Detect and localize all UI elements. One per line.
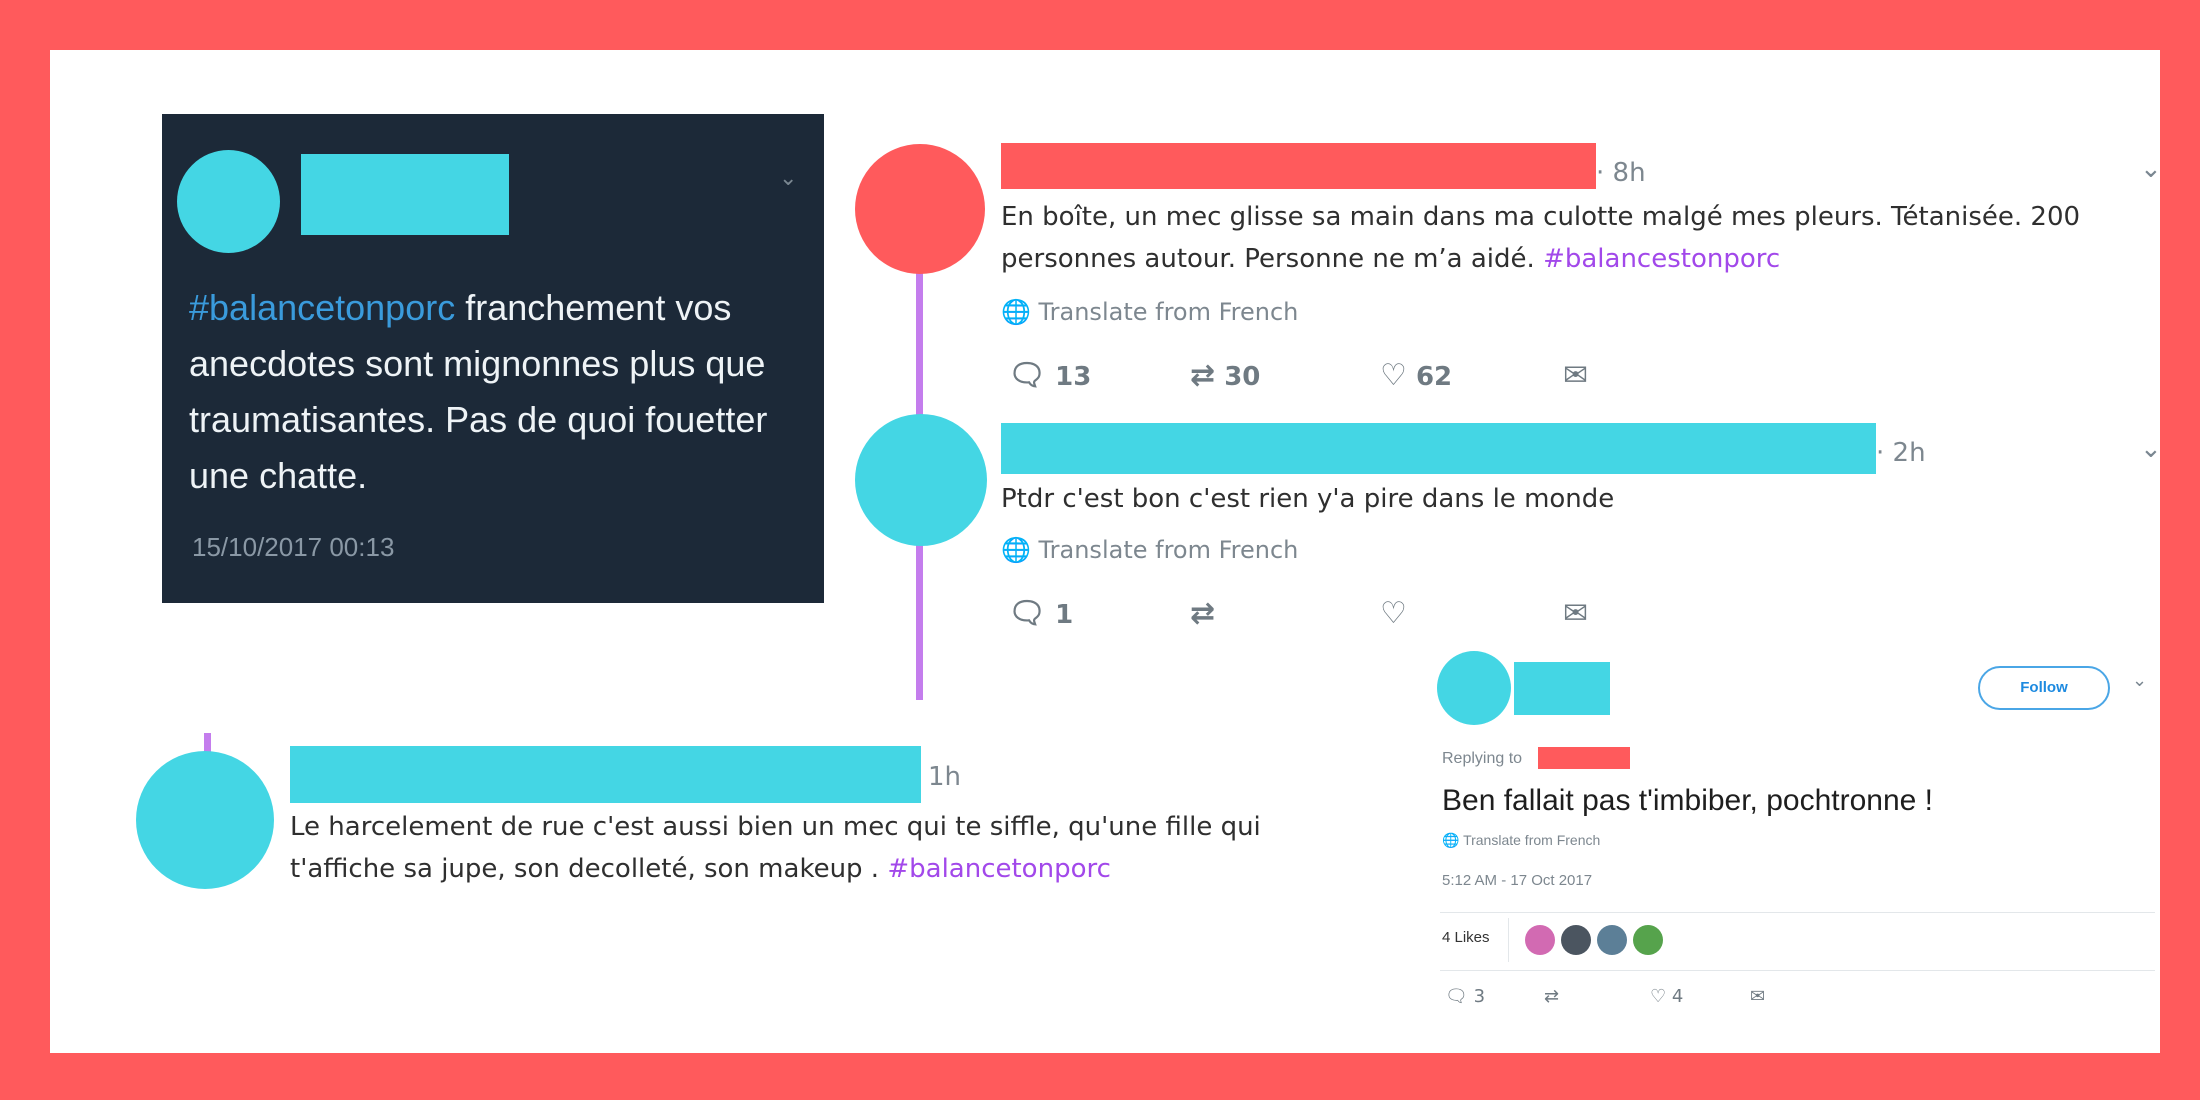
liker-avatar[interactable] <box>1525 925 1555 955</box>
tweet-body: t'affiche sa jupe, son decolleté, son ma… <box>290 854 888 884</box>
retweet-button[interactable]: ⇄ <box>1190 596 1215 631</box>
chevron-down-icon[interactable]: ⌄ <box>2140 154 2160 184</box>
reply-count: 13 <box>1055 362 1092 392</box>
translate-link[interactable]: 🌐 Translate from French <box>1001 298 1298 326</box>
globe-icon: 🌐 <box>1001 536 1039 564</box>
message-icon[interactable]: ✉ <box>1750 986 1765 1007</box>
hashtag-link[interactable]: #balancetonporc <box>189 287 455 328</box>
translate-label: Translate from French <box>1463 832 1601 848</box>
retweet-count: 30 <box>1224 362 1261 392</box>
like-button[interactable]: ♡ 62 <box>1380 358 1452 393</box>
liker-avatar[interactable] <box>1597 925 1627 955</box>
divider <box>1440 912 2155 913</box>
redacted-reply-handle <box>1538 747 1630 769</box>
tweet-text: #balancetonporc franchement vos anecdote… <box>189 280 799 504</box>
message-icon[interactable]: ✉ <box>1563 358 1588 393</box>
retweet-button[interactable]: ⇄ <box>1544 986 1559 1007</box>
chevron-down-icon[interactable]: ⌄ <box>2132 670 2147 691</box>
tweet-time[interactable]: 1h <box>928 762 961 792</box>
globe-icon: 🌐 <box>1001 298 1039 326</box>
reply-count: 1 <box>1055 600 1074 630</box>
tweet-text-line: En boîte, un mec glisse sa main dans ma … <box>1001 202 2081 232</box>
reply-count: 3 <box>1473 986 1486 1007</box>
reply-icon: 🗨 <box>1008 596 1047 631</box>
redacted-username <box>1001 423 1876 474</box>
redacted-username <box>1001 143 1596 189</box>
tweet-timestamp[interactable]: 15/10/2017 00:13 <box>192 532 394 563</box>
thread-line <box>916 540 923 700</box>
likes-count-label[interactable]: 4 Likes <box>1442 929 1490 946</box>
avatar[interactable] <box>855 414 987 546</box>
collage-canvas: ⌄ #balancetonporc franchement vos anecdo… <box>50 50 2160 1053</box>
heart-icon: ♡ <box>1380 358 1407 393</box>
translate-link[interactable]: 🌐 Translate from French <box>1001 536 1298 564</box>
chevron-down-icon[interactable]: ⌄ <box>2140 434 2160 464</box>
tweet-text: En boîte, un mec glisse sa main dans ma … <box>1001 196 2160 280</box>
redacted-username <box>290 746 921 803</box>
retweet-icon: ⇄ <box>1190 596 1216 631</box>
tweet-text: Ben fallait pas t'imbiber, pochtronne ! <box>1442 784 1934 817</box>
tweet-text-line: t'affiche sa jupe, son decolleté, son ma… <box>290 848 1261 890</box>
reply-icon: 🗨 <box>1445 986 1468 1007</box>
liker-avatar[interactable] <box>1633 925 1663 955</box>
tweet-time[interactable]: · 8h <box>1596 158 1646 188</box>
dark-tweet-card: ⌄ #balancetonporc franchement vos anecdo… <box>162 114 824 603</box>
avatar[interactable] <box>177 150 280 253</box>
hashtag-link[interactable]: #balancetonporc <box>887 854 1111 884</box>
follow-button[interactable]: Follow <box>1978 666 2110 710</box>
translate-label: Translate from French <box>1038 536 1299 564</box>
retweet-button[interactable]: ⇄ 30 <box>1190 358 1260 393</box>
reply-button[interactable]: 🗨 3 <box>1445 986 1485 1007</box>
redacted-username <box>301 154 509 235</box>
reply-button[interactable]: 🗨 1 <box>1008 596 1073 631</box>
chevron-down-icon[interactable]: ⌄ <box>779 166 797 191</box>
redacted-username <box>1514 662 1610 715</box>
like-button[interactable]: ♡ 4 <box>1650 986 1683 1007</box>
reply-icon: 🗨 <box>1008 358 1047 393</box>
replying-to-label: Replying to <box>1442 750 1523 767</box>
message-icon[interactable]: ✉ <box>1563 596 1588 631</box>
avatar[interactable] <box>136 751 274 889</box>
like-count: 4 <box>1671 986 1684 1007</box>
retweet-icon: ⇄ <box>1190 358 1216 393</box>
heart-icon: ♡ <box>1380 596 1407 631</box>
retweet-icon: ⇄ <box>1544 986 1560 1007</box>
divider <box>1440 970 2155 971</box>
tweet-text-line: Le harcelement de rue c'est aussi bien u… <box>290 812 1261 842</box>
tweet-text-line: personnes autour. Personne ne m’a aidé. … <box>1001 238 2160 280</box>
like-count: 62 <box>1415 362 1453 392</box>
heart-icon: ♡ <box>1650 986 1667 1007</box>
tweet-body: personnes autour. Personne ne m’a aidé. <box>1001 244 1544 274</box>
globe-icon: 🌐 <box>1442 832 1464 848</box>
translate-label: Translate from French <box>1038 298 1299 326</box>
avatar[interactable] <box>1437 651 1511 725</box>
liker-avatar[interactable] <box>1561 925 1591 955</box>
hashtag-link[interactable]: #balancestonporc <box>1543 244 1780 274</box>
tweet-text: Ptdr c'est bon c'est rien y'a pire dans … <box>1001 484 1615 514</box>
tweet-time[interactable]: · 2h <box>1876 438 1926 468</box>
tweet-timestamp[interactable]: 5:12 AM - 17 Oct 2017 <box>1442 872 1592 889</box>
translate-link[interactable]: 🌐 Translate from French <box>1442 832 1600 849</box>
divider <box>1508 918 1509 962</box>
tweet-text: Le harcelement de rue c'est aussi bien u… <box>290 806 1261 890</box>
reply-button[interactable]: 🗨 13 <box>1008 358 1091 393</box>
avatar[interactable] <box>855 144 985 274</box>
like-button[interactable]: ♡ <box>1380 596 1407 631</box>
